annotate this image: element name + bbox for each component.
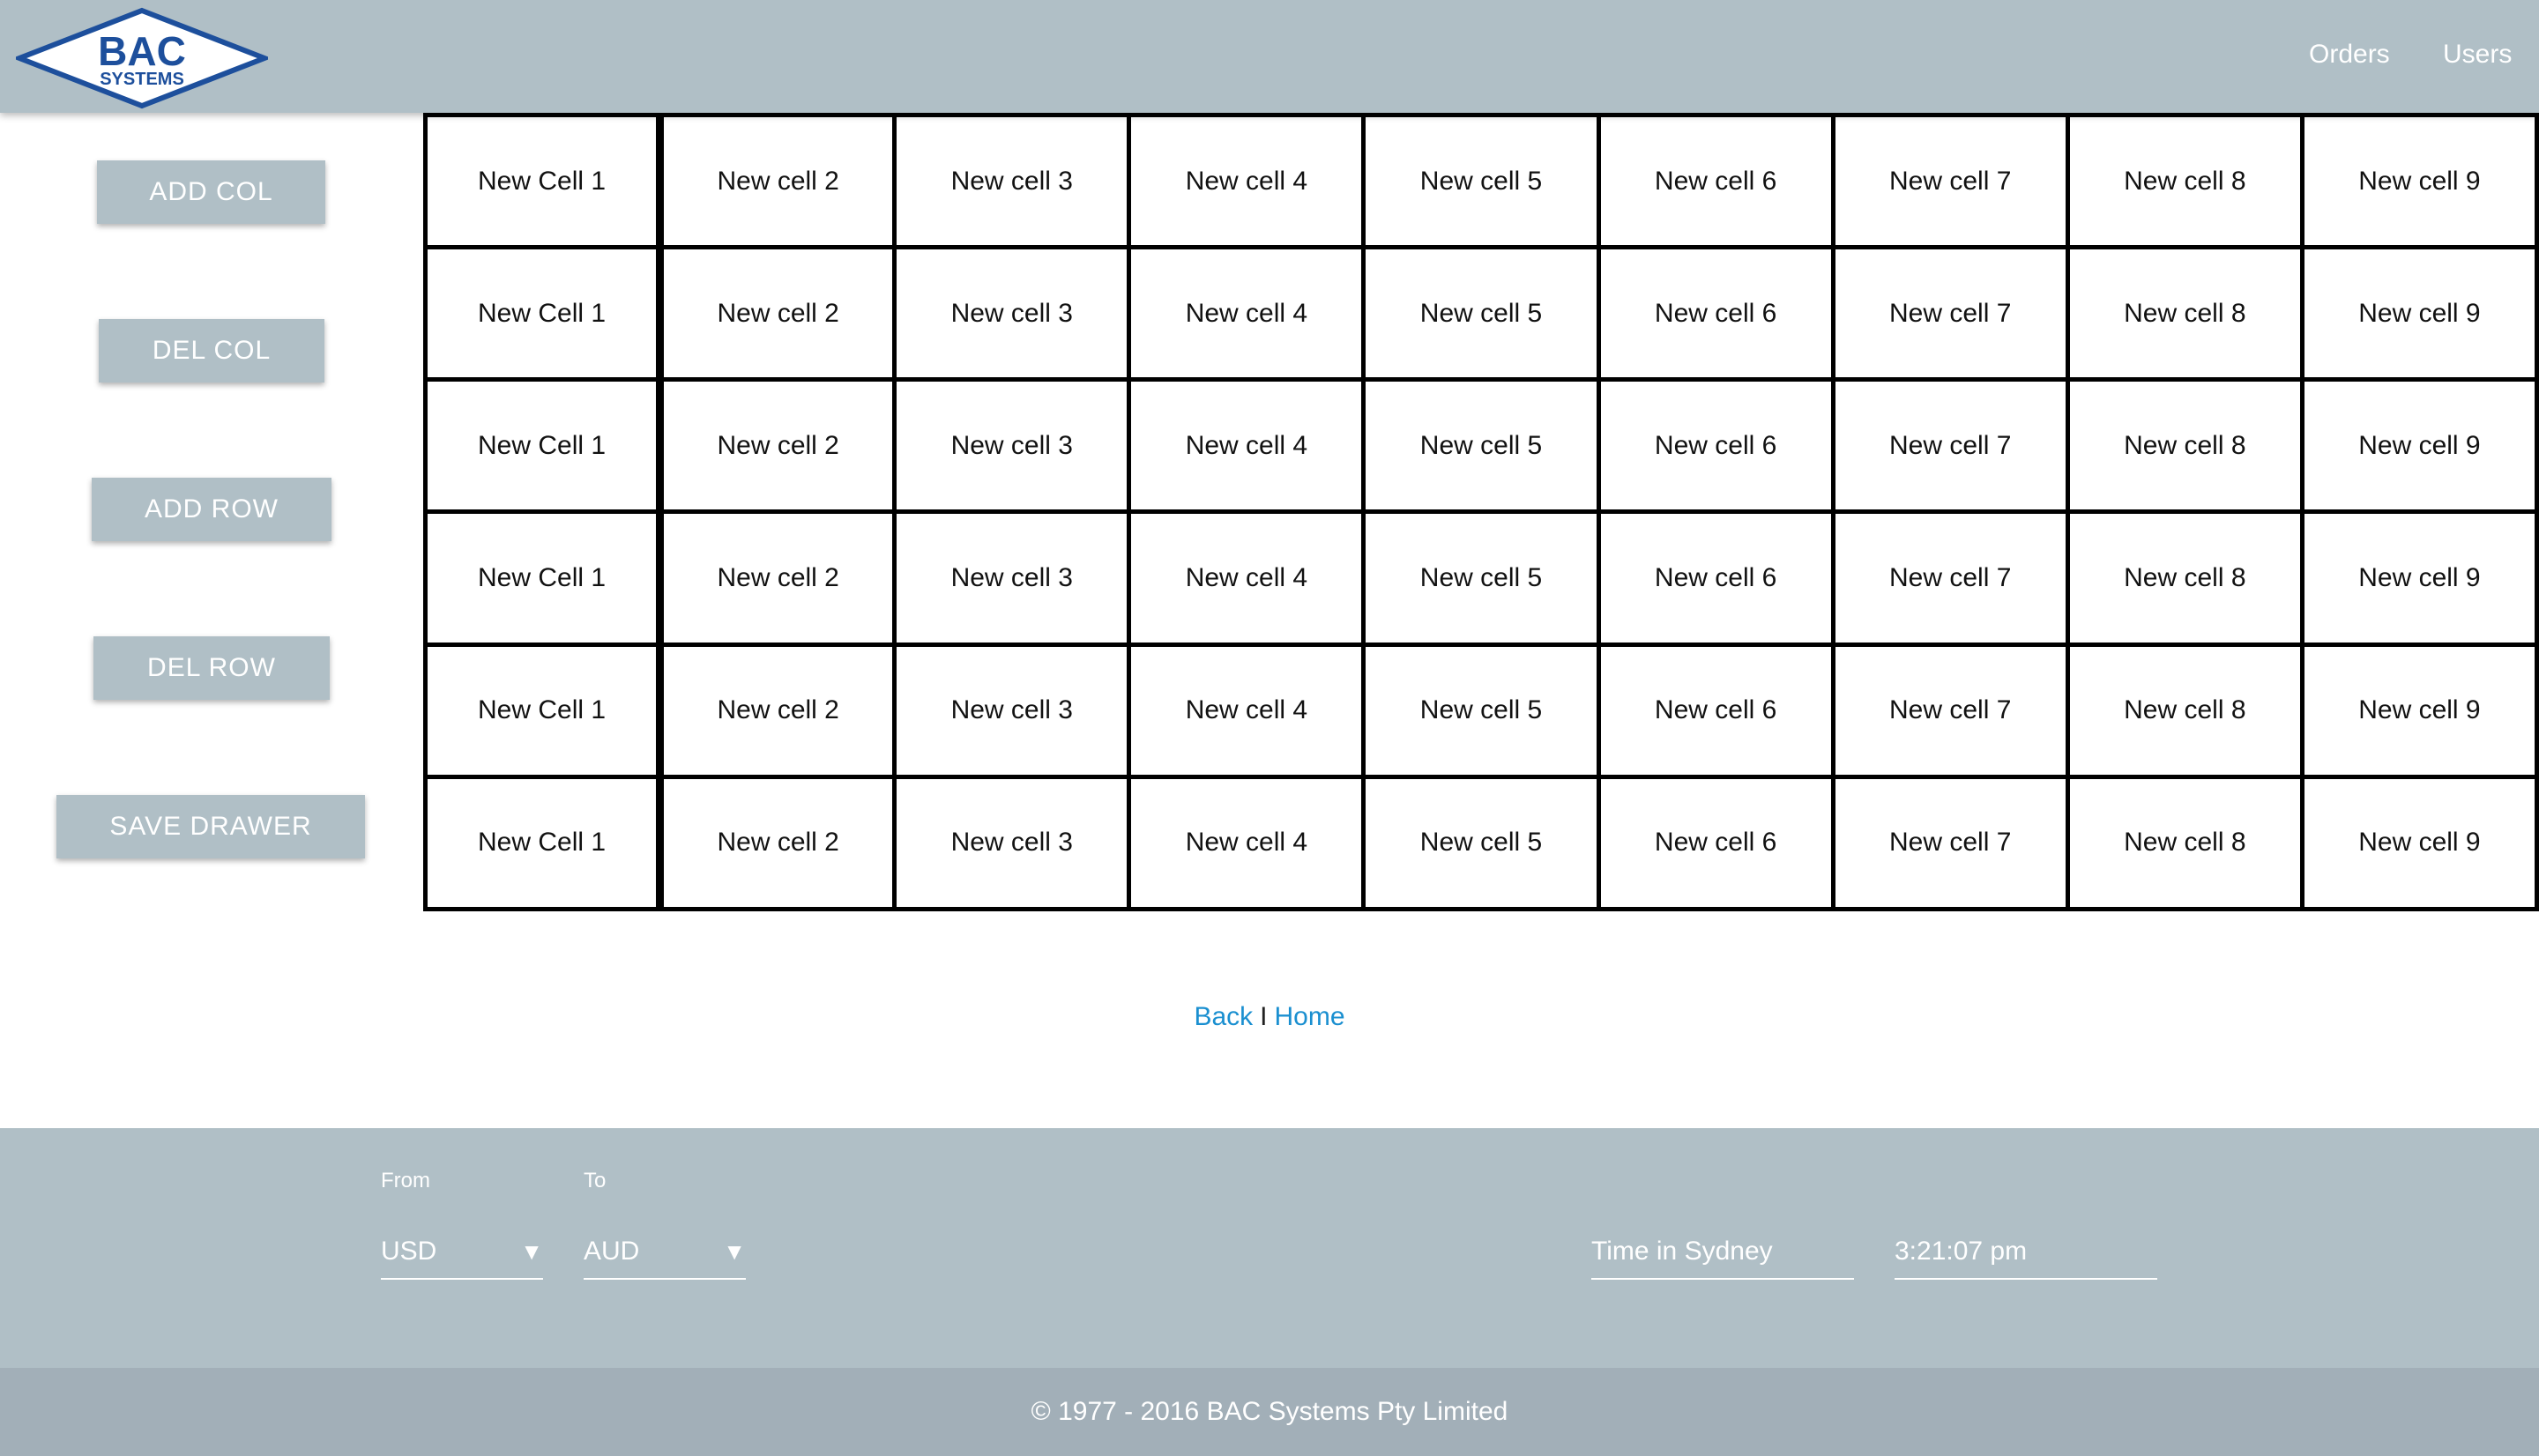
grid-cell[interactable]: New cell 2 (658, 245, 897, 383)
grid-row: New Cell 1 New cell 2 New cell 3 New cell 4… (422, 642, 2539, 779)
sydney-time-value: 3:21:07 pm (1895, 1227, 2157, 1280)
grid-cell[interactable]: New cell 5 (1361, 377, 1601, 515)
grid-cell[interactable]: New Cell 1 (422, 112, 665, 250)
grid-cell[interactable]: New cell 8 (2065, 509, 2304, 647)
grid-cell[interactable]: New cell 3 (892, 377, 1132, 515)
add-col-button[interactable]: ADD COL (97, 160, 325, 224)
nav-users-link[interactable]: Users (2443, 37, 2512, 72)
grid-cell[interactable]: New cell 4 (1127, 377, 1366, 515)
grid-cell[interactable]: New cell 3 (892, 112, 1132, 250)
grid-cell[interactable]: New cell 4 (1127, 642, 1366, 779)
grid-cell[interactable]: New cell 8 (2065, 377, 2304, 515)
grid-cell[interactable]: New cell 7 (1830, 642, 2070, 779)
grid-cell[interactable]: New cell 9 (2299, 377, 2539, 515)
grid-cell[interactable]: New cell 4 (1127, 112, 1366, 250)
save-drawer-button[interactable]: SAVE DRAWER (56, 795, 365, 858)
grid-cell[interactable]: New cell 2 (658, 642, 897, 779)
header: BAC SYSTEMS Orders Users (0, 0, 2539, 113)
from-label: From (381, 1169, 430, 1192)
grid-cell[interactable]: New cell 4 (1127, 245, 1366, 383)
grid-cell[interactable]: New cell 6 (1596, 112, 1835, 250)
grid-cell[interactable]: New cell 9 (2299, 509, 2539, 647)
from-currency-select[interactable]: USD ▼ (381, 1227, 543, 1280)
grid-cell[interactable]: New cell 7 (1830, 774, 2070, 912)
grid-cell[interactable]: New cell 5 (1361, 774, 1601, 912)
grid-row: New Cell 1 New cell 2 New cell 3 New cell 4… (422, 774, 2539, 912)
grid-cell[interactable]: New cell 9 (2299, 245, 2539, 383)
grid-cell[interactable]: New cell 4 (1127, 509, 1366, 647)
svg-text:SYSTEMS: SYSTEMS (100, 70, 184, 89)
del-col-button[interactable]: DEL COL (99, 319, 324, 383)
grid-cell[interactable]: New cell 5 (1361, 642, 1601, 779)
grid-row: New Cell 1 New cell 2 New cell 3 New cell 4… (422, 377, 2539, 515)
grid-cell[interactable]: New cell 7 (1830, 112, 2070, 250)
chevron-down-icon: ▼ (723, 1238, 746, 1265)
from-currency-value: USD (381, 1237, 437, 1266)
grid-cell[interactable]: New cell 7 (1830, 377, 2070, 515)
grid-cell[interactable]: New cell 6 (1596, 245, 1835, 383)
grid-cell[interactable]: New cell 7 (1830, 245, 2070, 383)
add-row-button[interactable]: ADD ROW (92, 478, 331, 541)
grid-cell[interactable]: New cell 8 (2065, 245, 2304, 383)
grid-cell[interactable]: New Cell 1 (422, 509, 665, 647)
grid-cell[interactable]: New cell 3 (892, 774, 1132, 912)
grid-row: New Cell 1 New cell 2 New cell 3 New cell 4… (422, 112, 2539, 250)
back-home-links: Back I Home (0, 998, 2539, 1036)
grid-row: New Cell 1 New cell 2 New cell 3 New cell 4… (422, 245, 2539, 383)
time-in-sydney-label: Time in Sydney (1591, 1227, 1854, 1280)
chevron-down-icon: ▼ (520, 1238, 543, 1265)
grid-cell[interactable]: New cell 3 (892, 509, 1132, 647)
to-label: To (584, 1169, 607, 1192)
grid-cell[interactable]: New cell 9 (2299, 774, 2539, 912)
grid-cell[interactable]: New cell 6 (1596, 377, 1835, 515)
grid-cell[interactable]: New cell 2 (658, 509, 897, 647)
to-currency-value: AUD (584, 1237, 640, 1266)
bac-systems-logo[interactable]: BAC SYSTEMS (16, 7, 268, 109)
grid-cell[interactable]: New cell 8 (2065, 112, 2304, 250)
grid-cell[interactable]: New cell 8 (2065, 774, 2304, 912)
grid-cell[interactable]: New cell 2 (658, 774, 897, 912)
grid-cell[interactable]: New cell 6 (1596, 509, 1835, 647)
grid-cell[interactable]: New cell 9 (2299, 112, 2539, 250)
grid-cell[interactable]: New cell 8 (2065, 642, 2304, 779)
del-row-button[interactable]: DEL ROW (93, 636, 330, 700)
grid-cell[interactable]: New cell 3 (892, 245, 1132, 383)
grid-cell[interactable]: New Cell 1 (422, 774, 665, 912)
grid-cell[interactable]: New cell 3 (892, 642, 1132, 779)
copyright-bar: © 1977 - 2016 BAC Systems Pty Limited (0, 1368, 2539, 1456)
drawer-grid: New Cell 1 New cell 2 New cell 3 New cell 4… (422, 112, 2539, 912)
link-separator: I (1260, 1002, 1268, 1031)
grid-cell[interactable]: New cell 4 (1127, 774, 1366, 912)
back-link[interactable]: Back (1194, 1002, 1253, 1031)
grid-cell[interactable]: New Cell 1 (422, 245, 665, 383)
home-link[interactable]: Home (1275, 1002, 1345, 1031)
svg-text:BAC: BAC (98, 28, 186, 74)
grid-cell[interactable]: New cell 5 (1361, 245, 1601, 383)
grid-cell[interactable]: New cell 5 (1361, 509, 1601, 647)
footer: From To USD ▼ AUD ▼ Time in Sydney 3:21:… (0, 1128, 2539, 1368)
nav-orders-link[interactable]: Orders (2309, 37, 2390, 72)
grid-cell[interactable]: New cell 6 (1596, 774, 1835, 912)
grid-cell[interactable]: New cell 5 (1361, 112, 1601, 250)
grid-cell[interactable]: New cell 6 (1596, 642, 1835, 779)
grid-row: New Cell 1 New cell 2 New cell 3 New cell 4… (422, 509, 2539, 647)
grid-cell[interactable]: New cell 7 (1830, 509, 2070, 647)
grid-cell[interactable]: New cell 9 (2299, 642, 2539, 779)
grid-cell[interactable]: New cell 2 (658, 112, 897, 250)
grid-cell[interactable]: New cell 2 (658, 377, 897, 515)
grid-cell[interactable]: New Cell 1 (422, 642, 665, 779)
copyright-text: © 1977 - 2016 BAC Systems Pty Limited (1031, 1397, 1508, 1426)
to-currency-select[interactable]: AUD ▼ (584, 1227, 746, 1280)
grid-cell[interactable]: New Cell 1 (422, 377, 665, 515)
